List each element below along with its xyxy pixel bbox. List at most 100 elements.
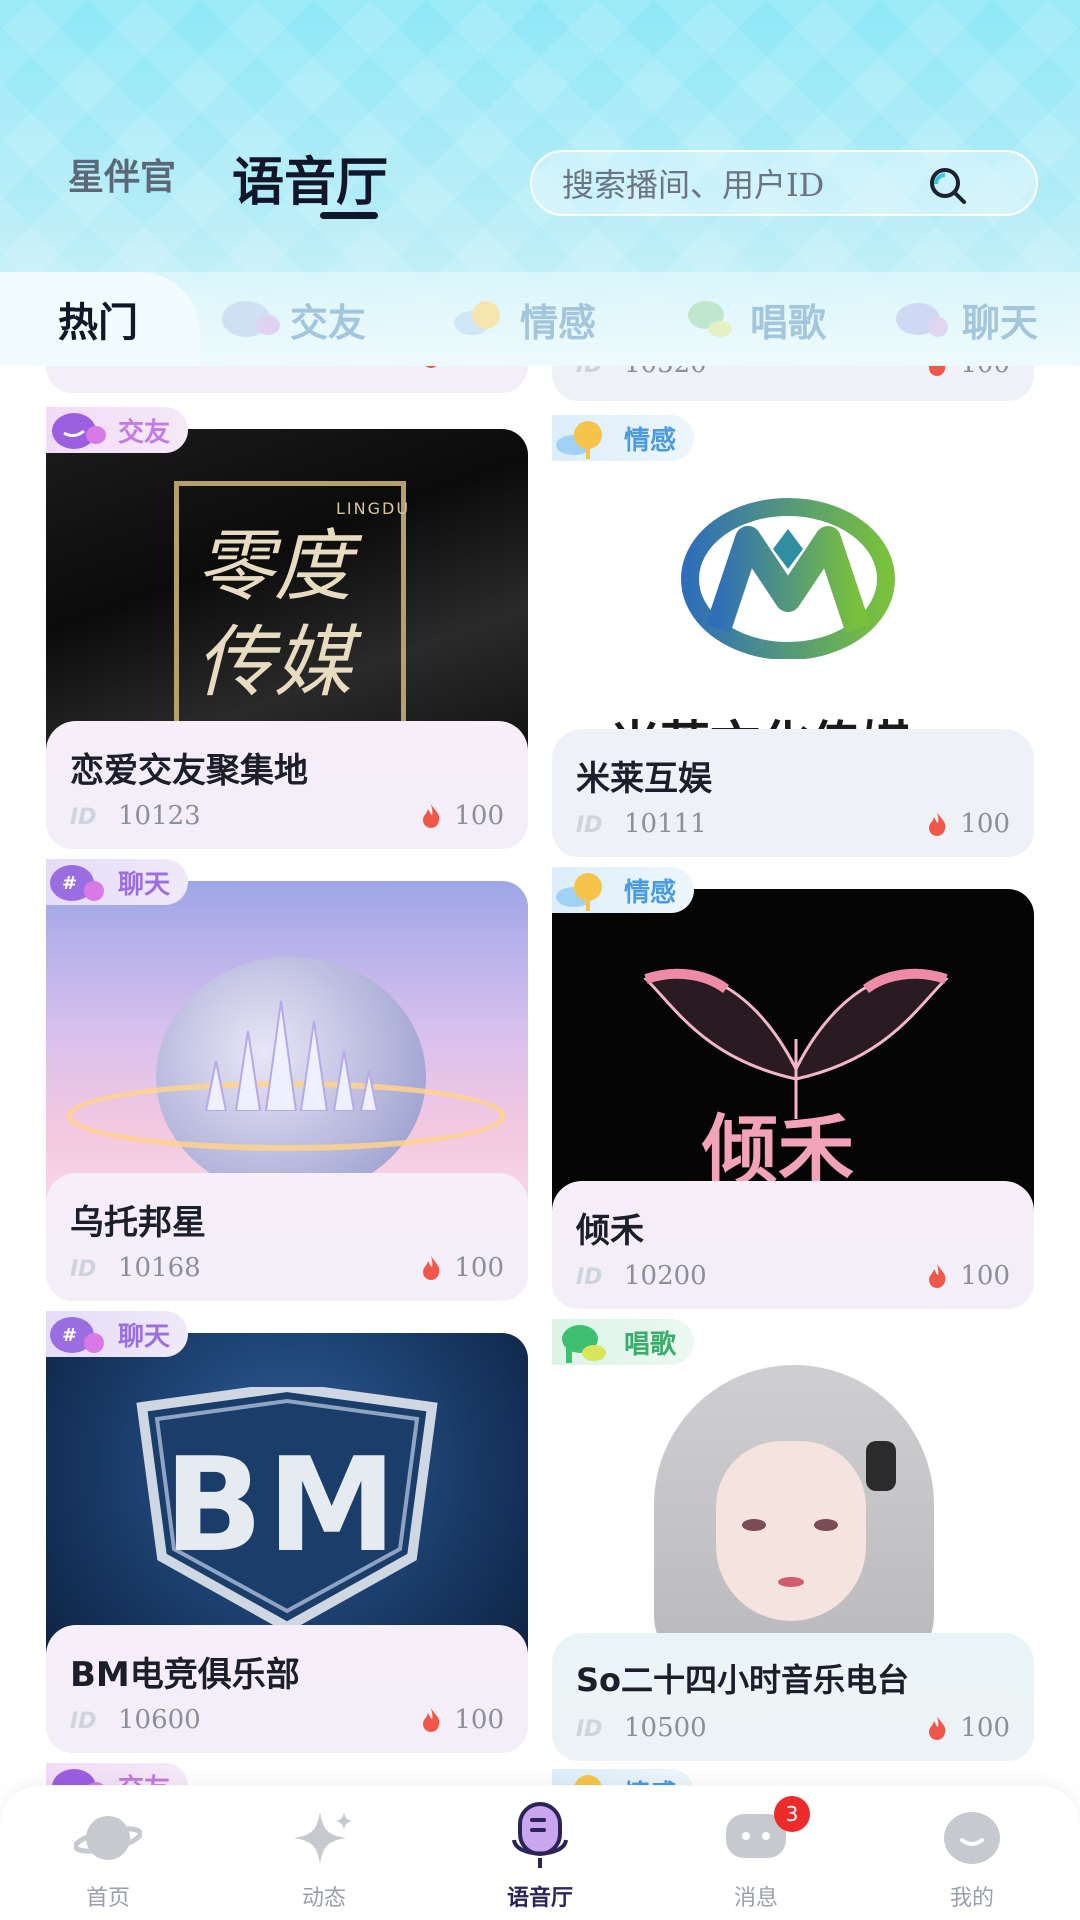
room-tag: 唱歌 — [552, 1319, 695, 1365]
search-icon[interactable] — [926, 164, 970, 208]
girl-face-shape — [716, 1441, 866, 1621]
card-info: So二十四小时音乐电台 ID 10500 100 — [552, 1633, 1034, 1761]
nav-label: 语音厅 — [506, 1886, 573, 1911]
tag-label: 唱歌 — [624, 1329, 677, 1360]
room-card-partial[interactable]: ID 10520 100 — [552, 365, 1034, 401]
room-card-partial[interactable]: ID 10521 100 — [46, 365, 528, 393]
room-feed[interactable]: ID 10521 100 ID 10520 100 交友 LINGDU — [0, 365, 1080, 1785]
nav-voice-hall[interactable]: 语音厅 — [432, 1786, 648, 1920]
tab-voice-hall[interactable]: 语音厅 — [232, 140, 388, 215]
tag-label: 交友 — [118, 417, 171, 448]
nav-home[interactable]: 首页 — [0, 1786, 216, 1920]
room-tag: # 聊天 — [46, 1311, 189, 1357]
room-tag: # 聊天 — [46, 859, 189, 905]
mileai-logo-icon — [681, 498, 895, 659]
id-label: ID — [70, 805, 97, 830]
cover-brand-text: BM — [164, 1429, 401, 1581]
search-input[interactable]: 搜索播间、用户ID — [530, 150, 1038, 216]
room-card[interactable]: 倾禾 倾禾 ID 10200 100 — [552, 889, 1034, 1309]
heat-count: 100 — [926, 1713, 1010, 1743]
category-label: 热门 — [58, 300, 138, 346]
tag-label: 交友 — [118, 1768, 170, 1786]
heat-value: 100 — [960, 365, 1010, 379]
room-cover-image — [46, 881, 528, 1211]
heat-count: 100 — [420, 801, 504, 831]
room-id: 10200 — [624, 1261, 707, 1291]
room-tag: 情感 — [552, 867, 695, 913]
tag-label: 聊天 — [118, 1321, 171, 1352]
nav-label: 首页 — [85, 1886, 130, 1911]
heat-count: 100 — [420, 1705, 504, 1735]
girl-eye — [742, 1519, 766, 1531]
id-label: ID — [576, 1265, 603, 1290]
tab-star-companion[interactable]: 星伴官 — [68, 148, 176, 200]
girl-lips — [778, 1577, 804, 1587]
card-info: 倾禾 ID 10200 100 — [552, 1181, 1034, 1309]
room-title: 恋爱交友聚集地 — [70, 751, 308, 791]
room-id: 10520 — [624, 365, 707, 379]
id-label: ID — [70, 1257, 97, 1282]
card-info: 米莱互娱 ID 10111 100 — [552, 729, 1034, 857]
room-card[interactable]: 乌托邦星 ID 10168 100 — [46, 881, 528, 1301]
id-label: ID — [70, 1709, 97, 1734]
flame-icon — [929, 1264, 946, 1288]
category-singing[interactable]: 唱歌 — [680, 294, 826, 345]
search-placeholder: 搜索播间、用户ID — [562, 166, 825, 204]
flame-icon — [929, 812, 946, 836]
room-title: 倾禾 — [576, 1211, 644, 1251]
flame-icon — [929, 365, 946, 376]
microphone-blob-icon — [574, 1775, 602, 1785]
category-label: 情感 — [520, 300, 597, 345]
category-emotion[interactable]: 情感 — [450, 294, 597, 345]
heat-count: 100 — [420, 1253, 504, 1283]
heat-count: 100 — [926, 809, 1010, 839]
card-info: BM电竞俱乐部 ID 10600 100 — [46, 1625, 528, 1753]
heat-value: 100 — [960, 809, 1010, 839]
room-title: 乌托邦星 — [70, 1203, 206, 1243]
room-id: 10500 — [624, 1713, 707, 1743]
room-cover-image: 倾禾 — [552, 889, 1034, 1219]
crystal-city-icon — [204, 1000, 379, 1111]
bubble-icon — [52, 1769, 104, 1785]
planet-icon — [74, 1816, 142, 1860]
room-id: 10111 — [624, 809, 707, 839]
nav-label: 消息 — [733, 1886, 778, 1911]
room-card[interactable]: So二十四小时音乐电台 ID 10500 100 — [552, 1341, 1034, 1761]
room-cover-image: LINGDU 零度传媒 — [46, 429, 528, 759]
room-tag: 情感 — [552, 415, 695, 461]
heat-count: 100 — [926, 365, 1010, 379]
room-id: 10123 — [118, 801, 201, 831]
nav-label: 我的 — [949, 1886, 994, 1911]
nav-profile[interactable]: 我的 — [864, 1786, 1080, 1920]
room-id: 10168 — [118, 1253, 201, 1283]
room-card[interactable]: LINGDU 零度传媒 恋爱交友聚集地 ID 10123 100 — [46, 429, 528, 849]
chat-blob-icon: # — [50, 1317, 104, 1353]
room-title: BM电竞俱乐部 — [70, 1655, 300, 1695]
category-hot[interactable]: 热门 — [58, 294, 138, 346]
tag-label: 情感 — [624, 425, 677, 456]
unread-badge: 3 — [774, 1796, 810, 1832]
flame-icon — [423, 1708, 440, 1732]
room-tag: 交友 — [46, 1763, 189, 1786]
svg-text:#: # — [62, 1325, 77, 1346]
nav-messages[interactable]: 3 消息 — [648, 1786, 864, 1920]
nav-moments[interactable]: 动态 — [216, 1786, 432, 1920]
room-card[interactable]: 米莱文化传媒 米莱互娱 ID 10111 100 — [552, 437, 1034, 857]
id-label: ID — [576, 365, 603, 378]
bubble-icon — [52, 413, 106, 449]
category-label: 交友 — [290, 300, 367, 345]
room-tag: 交友 — [46, 407, 189, 453]
header: 星伴官 语音厅 搜索播间、用户ID 热门 交友 情感 唱歌 聊天 — [0, 0, 1080, 366]
category-make-friends[interactable]: 交友 — [220, 294, 367, 345]
microphone-blob-icon — [454, 301, 500, 335]
category-chat[interactable]: 聊天 — [892, 294, 1038, 345]
heat-value: 100 — [960, 1713, 1010, 1743]
room-card[interactable]: BM BM电竞俱乐部 ID 10600 100 — [46, 1333, 528, 1753]
nav-label: 动态 — [301, 1886, 346, 1911]
hair-clip — [866, 1441, 896, 1491]
microphone-icon — [512, 1802, 568, 1868]
flame-icon — [929, 1716, 946, 1740]
cover-brand-text: 零度传媒 — [196, 522, 353, 708]
category-bar: 热门 交友 情感 唱歌 聊天 — [0, 272, 1080, 366]
heat-value: 100 — [454, 801, 504, 831]
